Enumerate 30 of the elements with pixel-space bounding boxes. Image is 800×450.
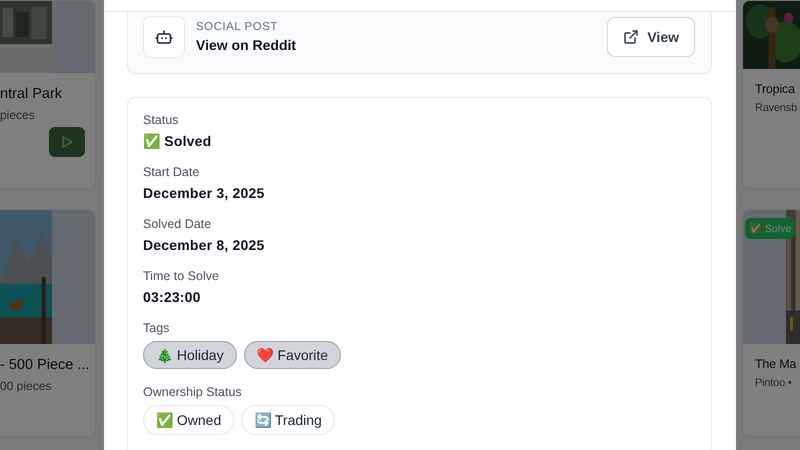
view-button[interactable]: View <box>607 17 695 57</box>
puzzle-subtitle: 00 pieces <box>0 379 52 393</box>
puzzle-title: - 500 Piece ... <box>0 357 90 373</box>
field-label: Start Date <box>143 165 200 179</box>
tag-chip: ❤ Favorite <box>244 341 342 369</box>
field-value: December 8, 2025 <box>143 237 266 253</box>
section-label: SOCIAL POST <box>196 21 279 33</box>
field-label: Solved Date <box>143 217 212 231</box>
puzzle-title: ntral Park <box>0 86 64 102</box>
status-badge: ✅ Solve <box>745 218 796 239</box>
field-label: Ownership Status <box>143 385 243 399</box>
field-label: Status <box>143 113 180 127</box>
post-title: View on Reddit <box>196 37 298 53</box>
field-value: ✅ Solved <box>143 133 212 149</box>
field-label: Tags <box>143 321 170 335</box>
puzzle-title: The Ma <box>755 357 798 371</box>
field-value: December 3, 2025 <box>143 185 266 201</box>
puzzle-subtitle: Pintoo • <box>755 377 792 389</box>
puzzle-subtitle: pieces <box>0 108 36 122</box>
field-label: Time to Solve <box>143 269 220 283</box>
field-value: 03:23:00 <box>143 289 202 305</box>
status-chip: 🔄 Trading <box>241 405 335 435</box>
tag-chip: 🎄 Holiday <box>143 341 237 369</box>
puzzle-subtitle: Ravensb <box>755 102 798 114</box>
status-chip: ✅ Owned <box>143 405 234 435</box>
robot-icon <box>143 16 185 58</box>
external-link-icon <box>623 29 640 45</box>
play-button[interactable] <box>49 127 85 157</box>
puzzle-title: Tropica <box>755 82 796 96</box>
play-icon <box>60 135 74 149</box>
